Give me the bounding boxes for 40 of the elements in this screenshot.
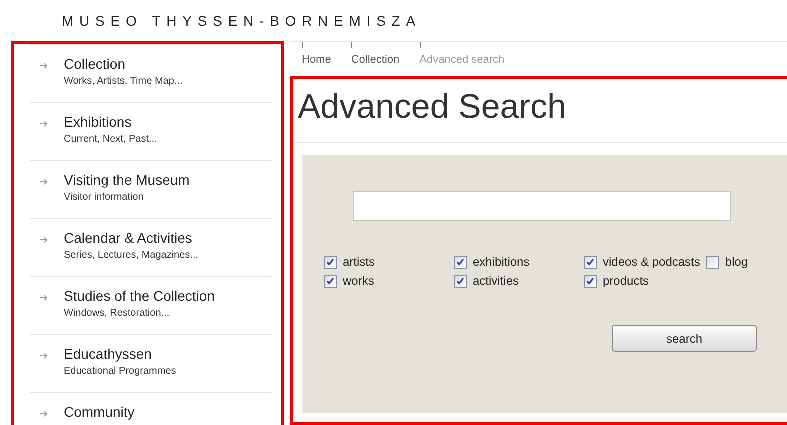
arrow-icon — [40, 178, 48, 186]
menu-link[interactable]: Community — [64, 403, 135, 421]
menu-subtitle: Windows, Restoration... — [64, 307, 170, 321]
checkbox[interactable] — [324, 256, 337, 268]
arrow-icon — [40, 294, 48, 302]
menu-subtitle: Current, Next, Past... — [64, 133, 158, 147]
breadcrumb-link[interactable]: Home — [302, 53, 332, 67]
arrow-icon — [40, 410, 48, 418]
menu-subtitle: Series, Lectures, Magazines... — [64, 249, 199, 263]
menu-subtitle: Educational Programmes — [64, 365, 176, 379]
menu-link[interactable]: Educathyssen — [64, 345, 152, 363]
menu-link[interactable]: Collection — [64, 55, 126, 73]
option-label: videos & podcasts — [603, 254, 700, 270]
arrow-icon — [40, 236, 48, 244]
arrow-icon — [40, 120, 48, 128]
option-label: exhibitions — [473, 254, 530, 270]
option-label: activities — [473, 273, 520, 289]
breadcrumb-link[interactable]: Collection — [351, 53, 400, 67]
checkbox[interactable] — [454, 274, 467, 288]
menu-subtitle: Works, Artists, Time Map... — [64, 75, 183, 89]
checkbox[interactable] — [706, 256, 720, 268]
menu-subtitle: Visitor information — [64, 191, 144, 205]
menu-link[interactable]: Studies of the Collection — [64, 287, 215, 305]
arrow-icon — [40, 62, 48, 70]
checkbox[interactable] — [454, 256, 467, 268]
menu-link[interactable]: Calendar & Activities — [64, 229, 192, 247]
option-label: products — [603, 273, 650, 289]
page-title: Advanced Search — [298, 87, 566, 128]
option-label: artists — [343, 254, 376, 270]
menu-link[interactable]: Visiting the Museum — [64, 171, 190, 189]
arrow-icon — [40, 352, 48, 360]
menu-link[interactable]: Exhibitions — [64, 113, 132, 131]
search-button[interactable]: search — [612, 325, 757, 352]
checkbox[interactable] — [584, 274, 597, 288]
museum-logo[interactable]: MUSEO THYSSEN-BORNEMISZA — [62, 12, 422, 30]
checkbox[interactable] — [584, 256, 597, 268]
search-field[interactable] — [353, 191, 731, 221]
option-label: works — [343, 273, 374, 289]
option-label: blog — [725, 254, 748, 270]
checkbox[interactable] — [324, 274, 337, 288]
